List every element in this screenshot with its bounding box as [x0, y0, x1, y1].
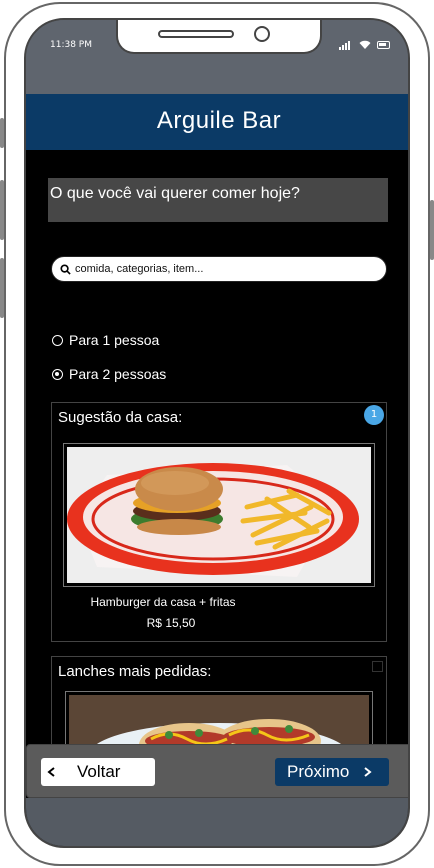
search-input[interactable]: [75, 263, 375, 275]
checkbox-icon[interactable]: [372, 661, 383, 672]
item-price: R$ 15,50: [146, 616, 196, 630]
back-button-label: Voltar: [77, 762, 121, 781]
signal-icon: [339, 40, 353, 50]
side-button-left-3: [0, 258, 4, 318]
status-time: 11:38 PM: [50, 40, 92, 50]
option-label: Para 2 pessoas: [69, 366, 167, 382]
camera: [254, 26, 270, 42]
battery-icon: [377, 41, 390, 49]
notch: [116, 20, 322, 54]
next-button[interactable]: Próximo: [275, 758, 389, 786]
status-bar: 11:38 PM: [26, 20, 408, 94]
side-button-left-1: [0, 118, 4, 148]
back-button[interactable]: Voltar: [41, 758, 155, 786]
speaker: [158, 30, 234, 38]
option-1-person[interactable]: Para 1 pessoa: [52, 332, 159, 348]
side-button-right: [430, 200, 434, 260]
popular-title: Lanches mais pedidas:: [58, 663, 212, 680]
suggestion-card[interactable]: Sugestão da casa: 1 Hamburger da casa + …: [51, 402, 387, 642]
wifi-icon: [359, 40, 371, 50]
chevron-right-icon: [364, 767, 372, 777]
item-name: Hamburger da casa + fritas: [90, 595, 236, 609]
radio-selected-icon[interactable]: [52, 368, 63, 380]
burger-image-frame: [63, 443, 375, 587]
chevron-left-icon: [47, 767, 55, 777]
search-bar[interactable]: [51, 256, 387, 282]
phone-screen: 11:38 PM Arguile Bar O que você vai quer…: [24, 18, 410, 848]
side-button-left-2: [0, 180, 4, 240]
next-button-label: Próximo: [287, 762, 350, 781]
burger-fries-image: [67, 447, 371, 583]
home-area: [26, 798, 408, 846]
radio-unselected-icon[interactable]: [52, 334, 63, 346]
bottom-nav-bar: Voltar Próximo: [26, 744, 408, 798]
status-icons: [339, 40, 390, 50]
app-header-title: Arguile Bar: [26, 94, 408, 150]
option-label: Para 1 pessoa: [69, 332, 160, 348]
option-2-people[interactable]: Para 2 pessoas: [52, 366, 166, 382]
count-badge: 1: [364, 405, 384, 425]
question-heading: O que você vai querer comer hoje?: [48, 178, 388, 222]
suggestion-title: Sugestão da casa:: [58, 409, 183, 426]
search-icon: [60, 263, 71, 275]
